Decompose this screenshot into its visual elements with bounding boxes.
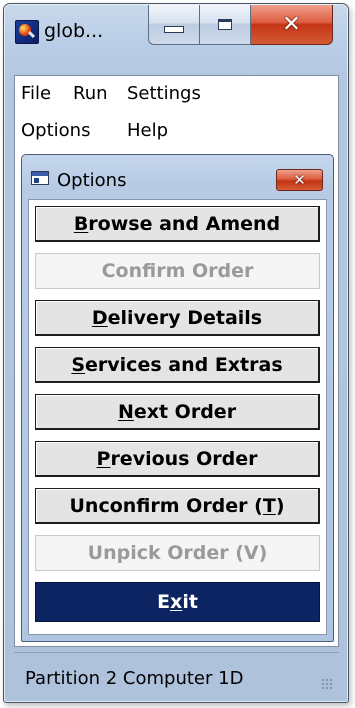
status-text: Partition 2 Computer 1D — [25, 668, 244, 689]
options-button-panel: Browse and Amend Confirm Order Delivery … — [28, 199, 327, 635]
browse-and-amend-button[interactable]: Browse and Amend — [35, 206, 320, 242]
mnemonic: x — [170, 591, 183, 613]
options-title-bar[interactable]: Options ✕ — [22, 155, 333, 199]
status-bar: Partition 2 Computer 1D — [14, 652, 339, 698]
mnemonic: P — [96, 447, 111, 470]
mnemonic: T — [262, 494, 276, 517]
mnemonic: S — [71, 353, 86, 376]
window-icon — [31, 171, 49, 185]
unpick-order-button[interactable]: Unpick Order (V) — [35, 535, 320, 571]
menu-settings[interactable]: Settings — [127, 83, 201, 104]
close-icon: ✕ — [293, 170, 306, 189]
menu-file[interactable]: File — [21, 83, 51, 104]
globe-magnifier-icon[interactable] — [15, 20, 39, 44]
title-bar[interactable]: glob... ✕ — [4, 4, 348, 74]
mnemonic: B — [73, 212, 89, 235]
confirm-order-button[interactable]: Confirm Order — [35, 253, 320, 289]
minimize-button[interactable] — [148, 5, 200, 45]
resize-grip-icon[interactable] — [321, 678, 333, 690]
maximize-icon — [218, 19, 232, 30]
menu-run[interactable]: Run — [73, 83, 108, 104]
options-window: Options ✕ Browse and Amend Confirm Order… — [21, 154, 334, 642]
minimize-icon — [164, 26, 184, 33]
services-and-extras-button[interactable]: Services and Extras — [35, 347, 320, 383]
app-window: glob... ✕ File Run Settings Options Help — [3, 3, 349, 703]
maximize-button[interactable] — [200, 5, 251, 45]
options-close-button[interactable]: ✕ — [276, 169, 323, 191]
unconfirm-order-button[interactable]: Unconfirm Order (T) — [35, 488, 320, 524]
exit-button[interactable]: Ex it — [35, 582, 320, 622]
close-button[interactable]: ✕ — [251, 5, 333, 45]
mnemonic: D — [91, 306, 108, 329]
next-order-button[interactable]: Next Order — [35, 394, 320, 430]
previous-order-button[interactable]: Previous Order — [35, 441, 320, 477]
caption-buttons: ✕ — [148, 5, 333, 45]
delivery-details-button[interactable]: Delivery Details — [35, 300, 320, 336]
window-title: glob... — [44, 20, 104, 42]
menu-bar: File Run Settings Options Help — [15, 76, 338, 152]
client-area: File Run Settings Options Help Options ✕… — [14, 75, 339, 647]
close-icon: ✕ — [282, 11, 301, 37]
mnemonic: N — [117, 400, 134, 423]
menu-options[interactable]: Options — [21, 120, 90, 141]
menu-help[interactable]: Help — [127, 120, 168, 141]
options-title: Options — [57, 170, 127, 191]
